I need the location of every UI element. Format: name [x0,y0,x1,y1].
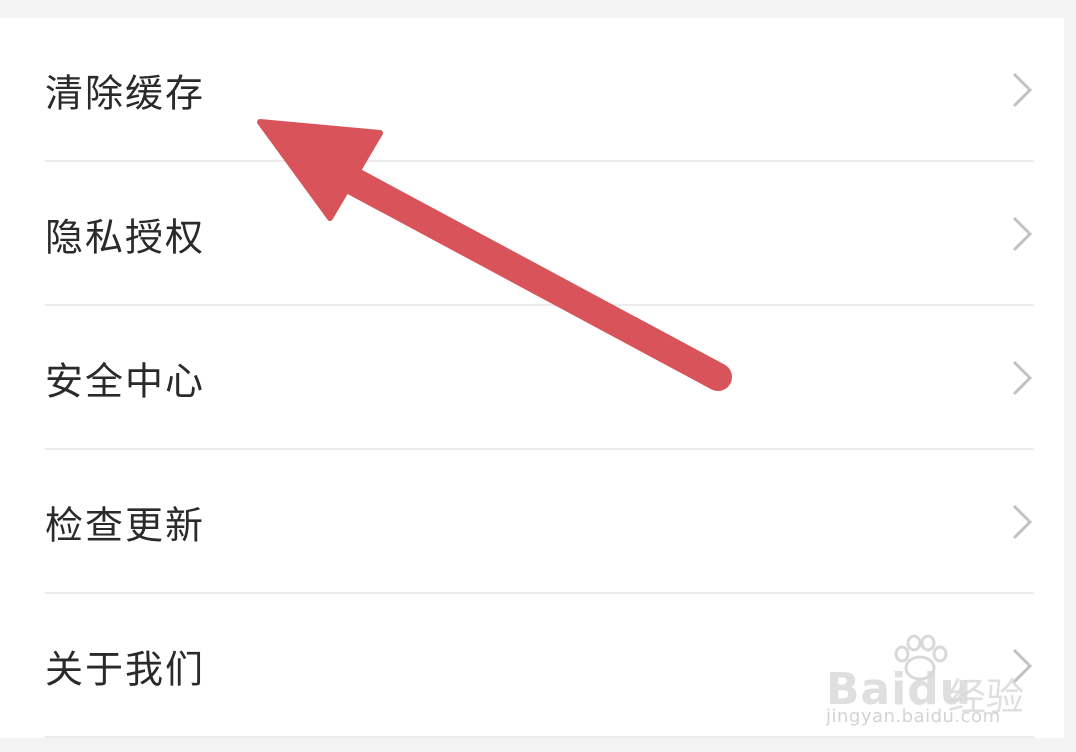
settings-item-privacy-authorization[interactable]: 隐私授权 [0,162,1064,306]
settings-item-label: 清除缓存 [45,71,206,116]
settings-item-check-update[interactable]: 检查更新 [0,450,1064,594]
settings-item-label: 关于我们 [45,647,206,692]
chevron-right-icon [1012,216,1033,252]
settings-item-about-us[interactable]: 关于我们 [0,594,1064,738]
settings-item-label: 检查更新 [45,503,206,548]
settings-screen: 清除缓存 隐私授权 安全中心 检查更新 关于我们 Baidu 经验 jingya… [0,0,1076,752]
top-strip [0,0,1076,18]
divider [45,736,1034,738]
chevron-right-icon [1012,504,1033,540]
settings-item-security-center[interactable]: 安全中心 [0,306,1064,450]
chevron-right-icon [1012,360,1033,396]
settings-item-label: 安全中心 [45,359,206,404]
chevron-right-icon [1012,648,1033,684]
chevron-right-icon [1012,72,1033,108]
settings-list: 清除缓存 隐私授权 安全中心 检查更新 关于我们 [0,18,1064,738]
settings-item-clear-cache[interactable]: 清除缓存 [0,18,1064,162]
right-strip [1064,0,1076,752]
settings-item-label: 隐私授权 [45,215,206,260]
